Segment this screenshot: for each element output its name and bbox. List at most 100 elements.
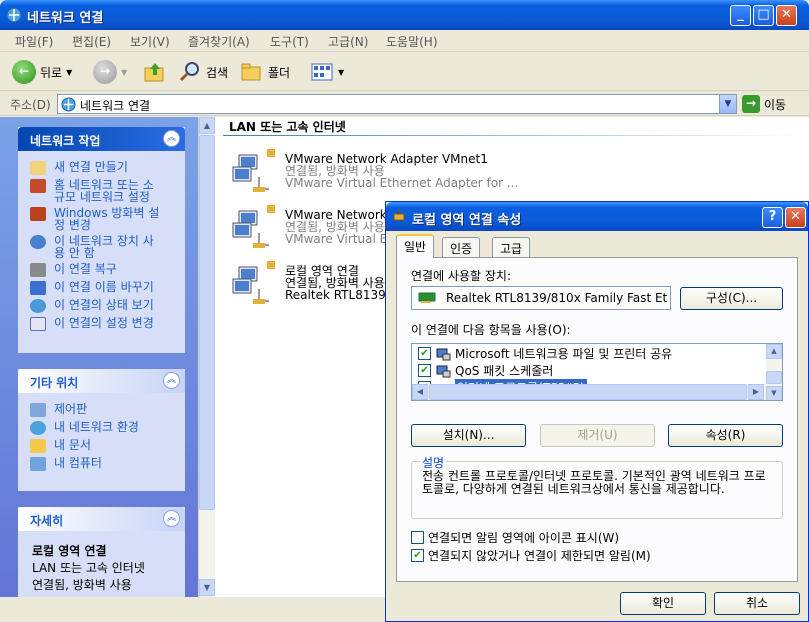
scroll-left-button[interactable]: ◀ [412,384,428,400]
task-disable-device[interactable]: 이 네트워크 장치 사용 안 함 [18,233,185,261]
show-icon-option[interactable]: 연결되면 알림 영역에 아이콘 표시(W) [411,529,619,546]
properties-button[interactable]: 속성(R) [668,424,783,447]
my-network-icon [30,421,46,435]
folders-button[interactable]: 폴더 [240,59,290,85]
network-tasks-header[interactable]: 네트워크 작업 ︽ [18,127,185,151]
tab-general[interactable]: 일반 [396,234,435,258]
place-label: 내 컴퓨터 [54,456,102,470]
network-card-icon [418,292,436,303]
minimize-button[interactable]: _ [730,5,751,26]
search-button[interactable]: 검색 [178,59,228,85]
notify-option[interactable]: ✔ 연결되지 않았거나 연결이 제한되면 알림(M) [411,547,651,564]
forward-button[interactable]: → ▼ [93,59,127,85]
install-button[interactable]: 설치(N)... [411,424,526,447]
maximize-button[interactable]: □ [753,5,774,26]
dialog-close-button[interactable]: ✕ [785,207,806,228]
home-icon [30,179,46,193]
back-label: 뒤로 [40,65,63,80]
details-name: 로컬 영역 연결 [32,544,107,558]
menu-file[interactable]: 파일(F) [15,33,53,50]
task-label: 이 연결 이름 바꾸기 [54,280,154,294]
other-places-header[interactable]: 기타 위치 ︽ [18,369,185,393]
lan-connection-icon [232,205,275,248]
collapse-icon[interactable]: ︽ [163,130,180,147]
place-my-documents[interactable]: 내 문서 [18,437,185,455]
menu-advanced[interactable]: 고급(N) [328,33,368,50]
menu-view[interactable]: 보기(V) [130,33,170,50]
ok-button[interactable]: 확인 [620,592,706,615]
task-label: 규모 네트워크 설정 [54,190,150,204]
tab-authentication[interactable]: 인증 [442,237,481,257]
search-icon [179,62,199,82]
folders-label: 폴더 [268,65,291,80]
menu-favorites[interactable]: 즐겨찾기(A) [188,33,250,50]
lan-connection-icon [232,149,275,192]
title-bar[interactable]: 네트워크 연결 _ □ ✕ [0,0,809,30]
list-vertical-scrollbar[interactable]: ▲ ▼ [766,344,782,400]
details-header[interactable]: 자세히 ︽ [18,507,185,531]
configure-button[interactable]: 구성(C)... [680,287,783,310]
panel-title: 자세히 [30,514,64,528]
repair-icon [30,263,46,277]
back-button[interactable]: ← 뒤로 ▼ [12,59,72,85]
collapse-icon[interactable]: ︽ [163,510,180,527]
group-divider [223,135,803,136]
uninstall-button[interactable]: 제거(U) [540,424,655,447]
components-list[interactable]: ✔ Microsoft 네트워크용 파일 및 프린터 공유 ✔ QoS 패킷 스케줄… [411,343,783,401]
lan-connection-icon [232,261,275,304]
help-button[interactable]: ? [762,207,783,228]
scroll-thumb[interactable] [429,384,747,400]
details-line: 연결됨, 방화벽 사용 [32,578,132,592]
task-label: 이 연결의 설정 변경 [54,316,154,330]
go-button[interactable]: → 이동 [742,95,786,113]
chevron-down-icon: ▼ [66,67,73,77]
scroll-thumb[interactable] [199,135,215,510]
views-icon [311,63,333,81]
item-label: QoS 패킷 스케줄러 [455,364,554,378]
menu-help[interactable]: 도움말(H) [386,33,438,50]
menu-bar: 파일(F) 편집(E) 보기(V) 즐겨찾기(A) 도구(T) 고급(N) 도움… [0,30,809,82]
cancel-button[interactable]: 취소 [714,592,800,615]
service-icon [436,348,451,360]
folder-icon [241,63,261,81]
back-arrow-icon: ← [12,60,36,84]
place-control-panel[interactable]: 제어판 [18,401,185,419]
address-dropdown-button[interactable]: ▼ [719,95,736,113]
task-repair[interactable]: 이 연결 복구 [18,261,185,279]
notify-checkbox[interactable]: ✔ [411,549,424,562]
window-bottom-border [0,597,386,622]
collapse-icon[interactable]: ︽ [163,372,180,389]
item-checkbox[interactable]: ✔ [418,364,431,377]
task-home-network[interactable]: 홈 네트워크 또는 소 규모 네트워크 설정 [18,177,185,205]
task-label: 이 연결 복구 [54,262,117,276]
scroll-up-button[interactable]: ▲ [766,344,782,359]
scroll-thumb[interactable] [766,371,782,384]
task-change-settings[interactable]: 이 연결의 설정 변경 [18,315,185,333]
place-my-computer[interactable]: 내 컴퓨터 [18,455,185,473]
menu-edit[interactable]: 편집(E) [72,33,111,50]
menu-tools[interactable]: 도구(T) [270,33,309,50]
task-pane-scrollbar[interactable]: ▲ ▼ [198,117,215,597]
list-horizontal-scrollbar[interactable]: ◀ ▶ [412,384,766,400]
scroll-down-button[interactable]: ▼ [766,386,782,400]
task-new-connection[interactable]: 새 연결 만들기 [18,159,185,177]
up-folder-button[interactable] [143,59,167,85]
scroll-down-button[interactable]: ▼ [199,579,215,596]
my-documents-icon [30,439,46,453]
close-button[interactable]: ✕ [776,5,797,26]
task-firewall[interactable]: Windows 방화벽 설정 변경 [18,205,185,233]
tab-advanced[interactable]: 고급 [492,237,531,257]
show-icon-checkbox[interactable] [411,531,424,544]
place-my-network[interactable]: 내 네트워크 환경 [18,419,185,437]
scroll-right-button[interactable]: ▶ [748,384,764,400]
list-item[interactable]: ✔ QoS 패킷 스케줄러 [418,362,553,379]
views-button[interactable]: ▼ [310,59,344,85]
list-item[interactable]: ✔ Microsoft 네트워크용 파일 및 프린터 공유 [418,345,672,362]
scroll-up-button[interactable]: ▲ [199,117,215,134]
address-input[interactable]: 네트워크 연결 ▼ [57,94,737,114]
toolbar: ← 뒤로 ▼ → ▼ 검색 폴더 ▼ [0,53,809,91]
task-view-status[interactable]: 이 연결의 상태 보기 [18,297,185,315]
item-checkbox[interactable]: ✔ [418,347,431,360]
task-rename[interactable]: 이 연결 이름 바꾸기 [18,279,185,297]
dialog-title-bar[interactable]: 로컬 영역 연결 속성 ? ✕ [386,202,808,231]
